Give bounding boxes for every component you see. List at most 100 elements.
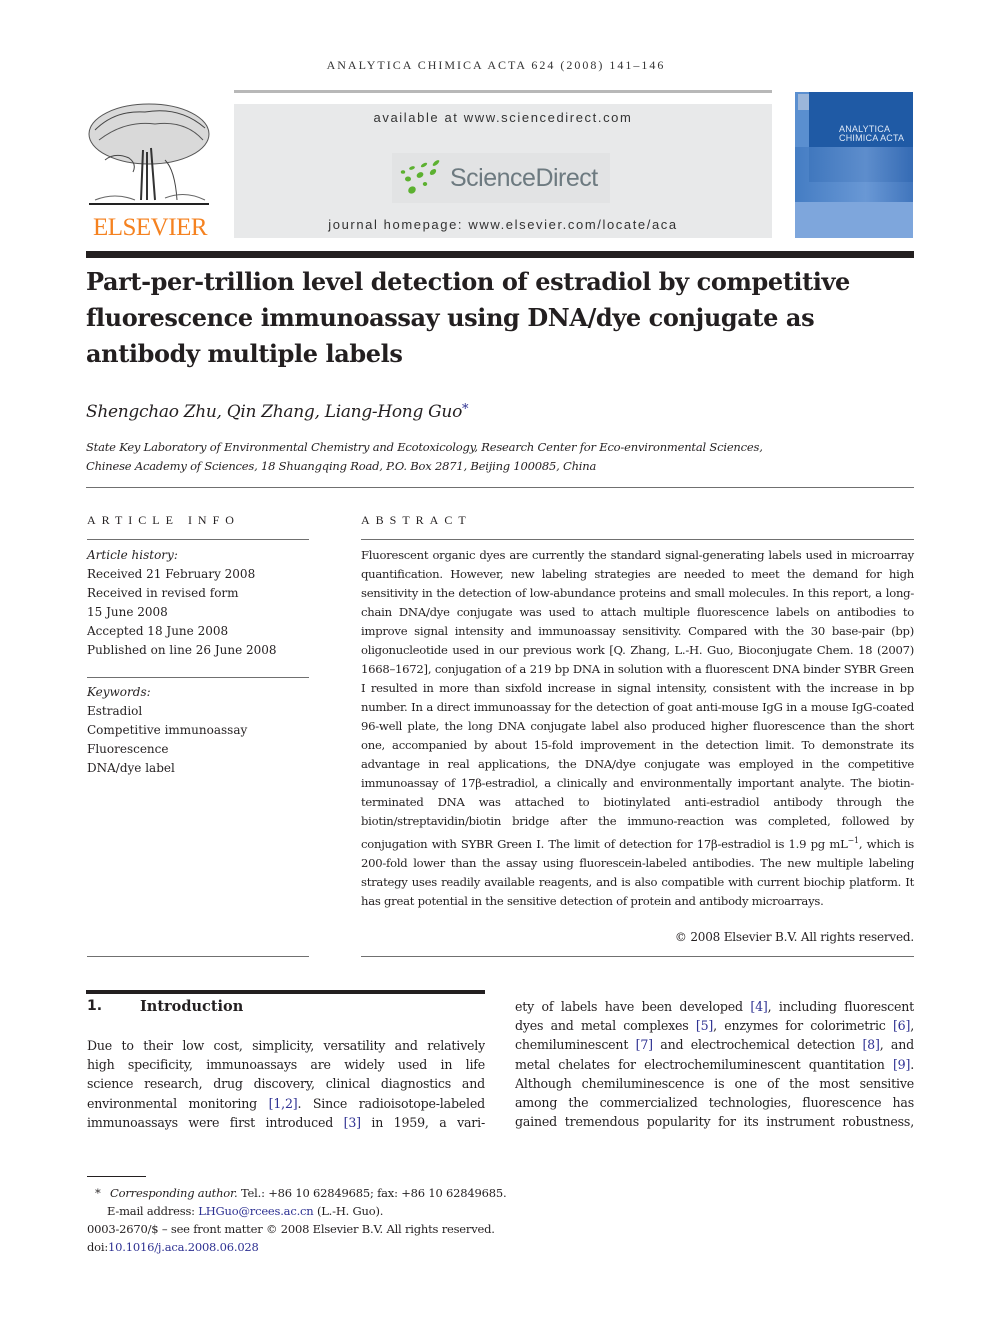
body-text: Although chemiluminescence is one of the… (515, 1075, 914, 1091)
citation-link[interactable]: [7] (636, 1037, 653, 1052)
article-history: Article history: Received 21 February 20… (87, 546, 309, 660)
body-text-line: science research, drug discovery, clinic… (87, 1074, 485, 1093)
footnote-rule (87, 1176, 146, 1177)
keyword-item: Fluorescence (87, 742, 169, 756)
body-text: gained tremendous popularity for its ins… (515, 1114, 914, 1130)
running-head: ANALYTICA CHIMICA ACTA 624 (2008) 141–14… (326, 58, 666, 72)
body-text-line: chemiluminescent [7] and electrochemical… (515, 1035, 914, 1054)
email-suffix: (L.-H. Guo). (313, 1204, 384, 1218)
affiliation: State Key Laboratory of Environmental Ch… (86, 438, 906, 476)
body-text-line: gained tremendous popularity for its ins… (515, 1112, 914, 1131)
header-rule (234, 90, 772, 93)
abstract-rule (361, 539, 914, 540)
sciencedirect-dots-icon (400, 160, 450, 200)
section-number: 1. (87, 998, 103, 1014)
sciencedirect-logo-text: ScienceDirect (450, 164, 598, 192)
abstract-text: Fluorescent organic dyes are currently t… (361, 548, 914, 851)
header-thick-rule (86, 251, 914, 258)
doi-line: doi:10.1016/j.aca.2008.06.028 (87, 1238, 259, 1256)
doi-link[interactable]: 10.1016/j.aca.2008.06.028 (108, 1240, 259, 1254)
citation-link[interactable]: [8] (862, 1037, 879, 1052)
history-item: 15 June 2008 (87, 605, 168, 619)
affiliation-line: State Key Laboratory of Environmental Ch… (86, 440, 763, 454)
title-divider (86, 487, 914, 488)
body-text: ety of labels have been developed (515, 999, 751, 1014)
keywords-rule (87, 677, 309, 678)
article-title: Part-per-trillion level detection of est… (86, 267, 850, 368)
journal-cover-image: ANALYTICA CHIMICA ACTA (795, 92, 913, 238)
citation-link[interactable]: [5] (696, 1018, 713, 1033)
article-history-label: Article history: (87, 548, 178, 562)
body-text: , including fluorescent (767, 999, 914, 1014)
corresponding-author-marker[interactable]: * (462, 402, 469, 417)
intro-left-column: Due to their low cost, simplicity, versa… (87, 1036, 485, 1132)
affiliation-line: Chinese Academy of Sciences, 18 Shuangqi… (86, 459, 597, 473)
body-text: science research, drug discovery, clinic… (87, 1076, 485, 1092)
footnote-contact: Tel.: +86 10 62849685; fax: +86 10 62849… (237, 1186, 507, 1200)
abstract-copyright: © 2008 Elsevier B.V. All rights reserved… (674, 930, 914, 944)
citation-link[interactable]: [4] (750, 999, 767, 1014)
body-text-line: dyes and metal complexes [5], enzymes fo… (515, 1016, 914, 1035)
body-text: . Since radioisotope-labeled (297, 1095, 485, 1111)
body-text: , (910, 1018, 914, 1034)
body-text-line: ety of labels have been developed [4], i… (515, 997, 914, 1016)
keyword-item: Competitive immunoassay (87, 723, 248, 737)
body-text: metal chelates for electrochemiluminesce… (515, 1056, 893, 1072)
body-text-line: high specificity, immunoassays are widel… (87, 1055, 485, 1074)
keywords-label: Keywords: (87, 685, 151, 699)
body-text: chemiluminescent (515, 1037, 636, 1053)
body-text-line: among the commercialized technologies, f… (515, 1093, 914, 1112)
citation-link[interactable]: [6] (893, 1018, 910, 1033)
cover-photo (795, 147, 913, 202)
corresponding-author-footnote: * Corresponding author. Tel.: +86 10 628… (95, 1184, 507, 1202)
body-text-line: environmental monitoring [1,2]. Since ra… (87, 1094, 485, 1113)
section-rule (86, 990, 485, 994)
body-text: dyes and metal complexes (515, 1018, 696, 1034)
keywords: Keywords: Estradiol Competitive immunoas… (87, 683, 309, 778)
cover-bottom-panel (795, 202, 913, 238)
section-title: Introduction (140, 998, 244, 1015)
history-item: Received in revised form (87, 586, 239, 600)
body-text: . (910, 1056, 914, 1072)
history-item: Published on line 26 June 2008 (87, 643, 277, 657)
elsevier-wordmark: ELSEVIER (92, 214, 208, 241)
body-text: , enzymes for colorimetric (713, 1018, 893, 1034)
article-info-heading: ARTICLE INFO (87, 513, 240, 527)
body-text: immunoassays were first introduced (87, 1114, 344, 1130)
author-list: Shengchao Zhu, Qin Zhang, Liang-Hong Guo… (86, 402, 469, 422)
email-footnote: E-mail address: LHGuo@rcees.ac.cn (L.-H.… (107, 1202, 383, 1220)
intro-right-column: ety of labels have been developed [4], i… (515, 997, 914, 1131)
body-text: in 1959, a vari- (360, 1114, 485, 1130)
available-at-link[interactable]: available at www.sciencedirect.com (234, 110, 772, 125)
citation-link[interactable]: [9] (893, 1057, 910, 1072)
email-label: E-mail address: (107, 1204, 199, 1218)
footnote-marker: * (95, 1186, 101, 1200)
body-text: Due to their low cost, simplicity, versa… (87, 1038, 485, 1053)
abstract-superscript: −1 (847, 836, 860, 845)
body-text-line: metal chelates for electrochemiluminesce… (515, 1055, 914, 1074)
article-info-bottom-rule (87, 956, 309, 957)
authors-text: Shengchao Zhu, Qin Zhang, Liang-Hong Guo (86, 402, 463, 422)
abstract-bottom-rule (361, 956, 914, 957)
keyword-item: DNA/dye label (87, 761, 175, 775)
doi-label: doi: (87, 1240, 109, 1254)
keyword-item: Estradiol (87, 704, 143, 718)
article-info-rule (87, 539, 309, 540)
body-text-line: Due to their low cost, simplicity, versa… (87, 1036, 485, 1055)
citation-link[interactable]: [1,2] (269, 1096, 298, 1111)
email-link[interactable]: LHGuo@rcees.ac.cn (198, 1204, 313, 1218)
body-text: environmental monitoring (87, 1095, 269, 1111)
body-text-line: immunoassays were first introduced [3] i… (87, 1113, 485, 1132)
body-text: among the commercialized technologies, f… (515, 1095, 914, 1111)
abstract-heading: ABSTRACT (361, 513, 472, 527)
journal-homepage-link[interactable]: journal homepage: www.elsevier.com/locat… (234, 217, 772, 232)
issn-line: 0003-2670/$ – see front matter © 2008 El… (87, 1222, 495, 1236)
cover-title: ANALYTICA CHIMICA ACTA (839, 124, 905, 143)
footnote-corresponding-label: Corresponding author. (110, 1186, 238, 1200)
abstract-body: Fluorescent organic dyes are currently t… (361, 546, 914, 911)
history-item: Received 21 February 2008 (87, 567, 256, 581)
body-text: high specificity, immunoassays are widel… (87, 1057, 485, 1073)
body-text-line: Although chemiluminescence is one of the… (515, 1074, 914, 1093)
body-text: , and (879, 1037, 914, 1053)
citation-link[interactable]: [3] (344, 1115, 361, 1130)
